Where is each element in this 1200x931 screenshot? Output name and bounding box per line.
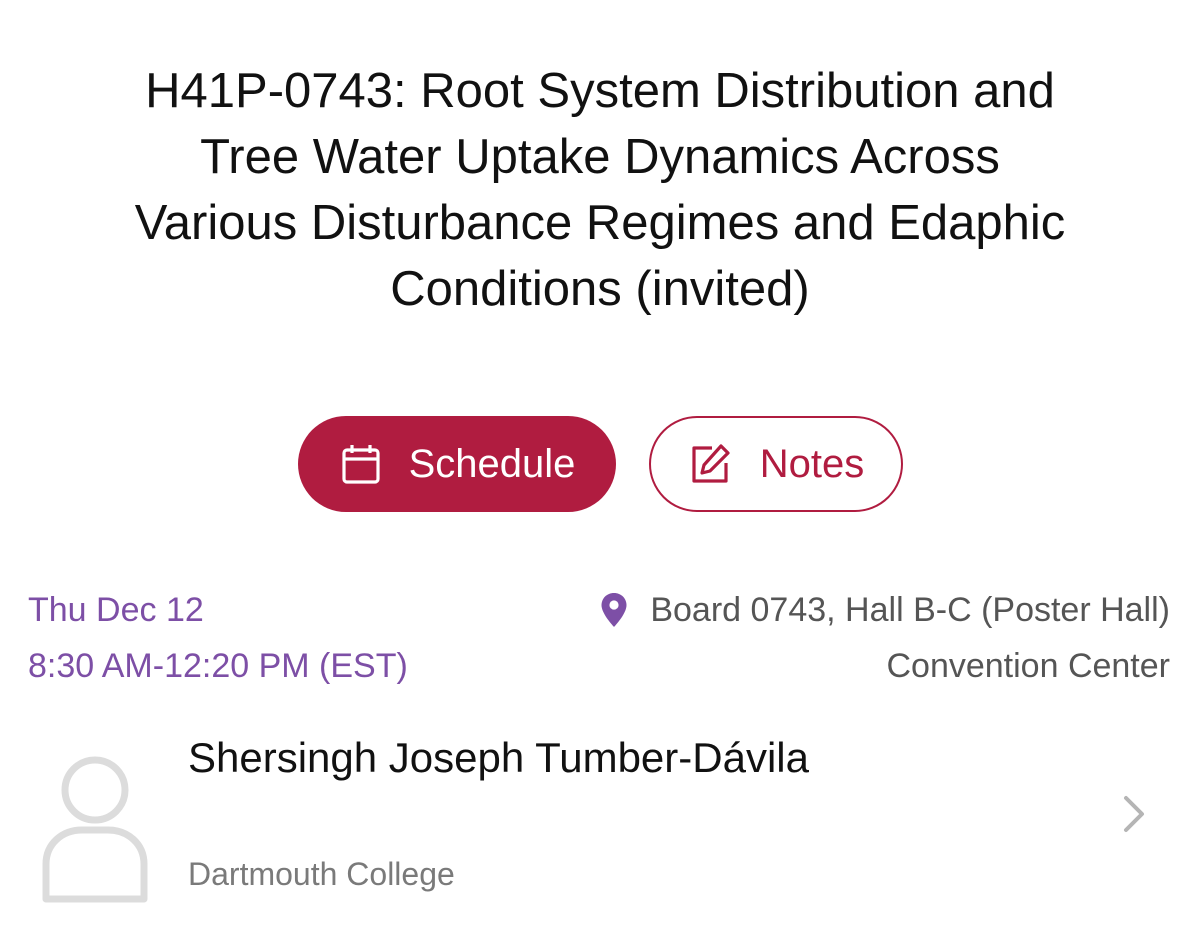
presenter-row[interactable]: Shersingh Joseph Tumber-Dávila Dartmouth…	[0, 720, 1200, 910]
session-title: H41P-0743: Root System Distribution and …	[60, 58, 1140, 322]
notes-button[interactable]: Notes	[649, 416, 903, 512]
location-venue: Convention Center	[886, 647, 1170, 685]
session-location: Board 0743, Hall B-C (Poster Hall) Conve…	[600, 582, 1170, 694]
session-detail-page: H41P-0743: Root System Distribution and …	[0, 0, 1200, 931]
session-date: Thu Dec 12	[28, 591, 204, 629]
person-placeholder-icon	[40, 754, 150, 904]
location-pin-icon	[600, 592, 628, 628]
schedule-button-label: Schedule	[408, 441, 576, 486]
session-time: 8:30 AM-12:20 PM (EST)	[28, 647, 408, 685]
location-board-line: Board 0743, Hall B-C (Poster Hall)	[600, 582, 1170, 638]
location-board: Board 0743, Hall B-C (Poster Hall)	[650, 591, 1170, 629]
session-title-line: Conditions (invited)	[390, 262, 810, 316]
schedule-button[interactable]: Schedule	[298, 416, 616, 512]
chevron-right-icon	[1120, 794, 1148, 834]
session-title-line: Various Disturbance Regimes and Edaphic	[134, 196, 1066, 250]
session-title-line: H41P-0743: Root System Distribution and	[145, 64, 1055, 118]
edit-note-icon	[688, 442, 732, 486]
notes-button-label: Notes	[759, 441, 865, 486]
action-buttons: Schedule Notes	[0, 416, 1200, 512]
presenter-affiliation: Dartmouth College	[188, 856, 455, 892]
session-title-line: Tree Water Uptake Dynamics Across	[200, 130, 1000, 184]
session-datetime: Thu Dec 12 8:30 AM-12:20 PM (EST)	[28, 582, 408, 694]
calendar-icon	[339, 442, 383, 486]
presenter-name: Shersingh Joseph Tumber-Dávila	[188, 734, 809, 781]
